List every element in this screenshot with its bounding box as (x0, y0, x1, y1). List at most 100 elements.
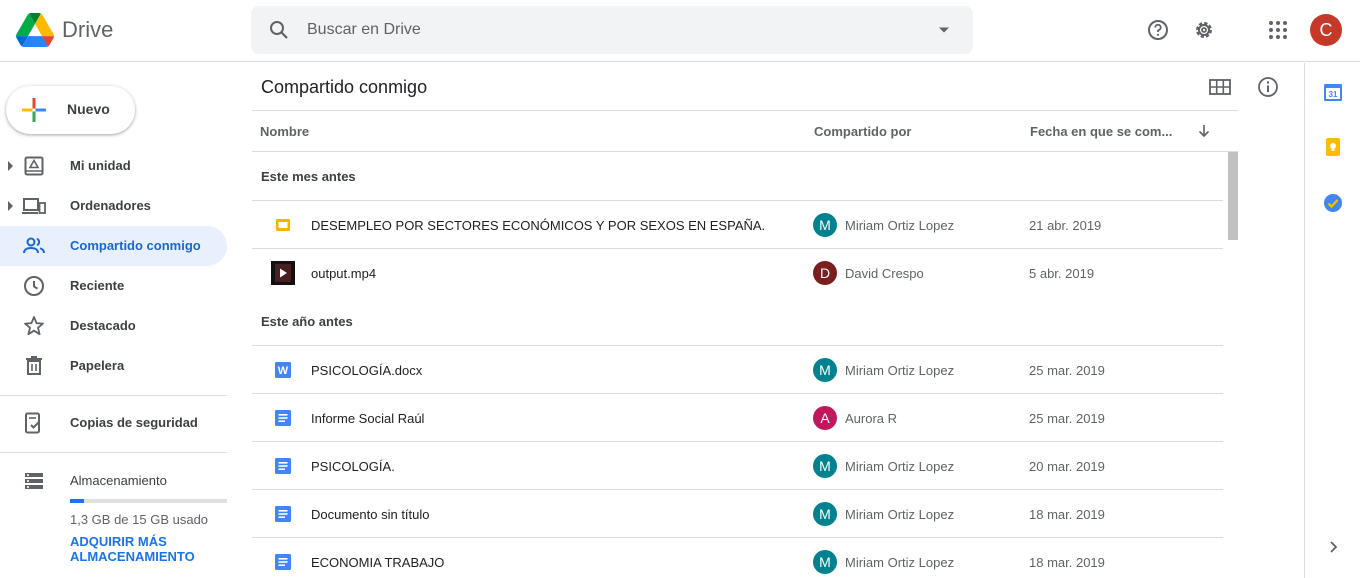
sidebar-item-shared-with-me[interactable]: Compartido conmigo (0, 226, 227, 266)
file-name: output.mp4 (311, 266, 377, 281)
doc-file-icon (271, 406, 295, 430)
buy-storage-link[interactable]: ADQUIRIR MÁS ALMACENAMIENTO (70, 534, 220, 564)
owner-name: Miriam Ortiz Lopez (845, 218, 955, 233)
sidebar-item-label: Destacado (70, 318, 136, 333)
chevron-right-icon[interactable] (1323, 537, 1343, 557)
tasks-icon[interactable] (1323, 193, 1343, 213)
shared-date: 25 mar. 2019 (1029, 363, 1105, 378)
search-input[interactable]: Buscar en Drive (307, 21, 915, 39)
file-name: Informe Social Raúl (311, 411, 425, 426)
owner-name: Miriam Ortiz Lopez (845, 555, 955, 570)
owner-name: Miriam Ortiz Lopez (845, 507, 955, 522)
trash-icon (26, 356, 42, 375)
shared-date: 18 mar. 2019 (1029, 555, 1105, 570)
video-file-icon (271, 261, 295, 285)
calendar-icon[interactable]: 31 (1323, 82, 1343, 102)
table-row[interactable]: PSICOLOGÍA. M Miriam Ortiz Lopez 20 mar.… (252, 441, 1223, 489)
file-name: ECONOMIA TRABAJO (311, 555, 445, 570)
sort-arrow-down-icon[interactable] (1196, 123, 1212, 139)
apps-grid-icon[interactable] (1258, 10, 1298, 50)
shared-date: 25 mar. 2019 (1029, 411, 1105, 426)
storage-progress-bar (70, 499, 227, 503)
sidebar: Nuevo Mi unidad Ordenadores Compartido c… (0, 63, 240, 578)
account-avatar[interactable]: C (1310, 14, 1342, 46)
clock-icon (24, 276, 44, 296)
sidebar-item-label: Ordenadores (70, 198, 151, 213)
table-row[interactable]: output.mp4 D David Crespo 5 abr. 2019 (252, 248, 1223, 296)
sidebar-item-label: Mi unidad (70, 158, 131, 173)
table-row[interactable]: Documento sin título M Miriam Ortiz Lope… (252, 489, 1223, 537)
search-bar[interactable]: Buscar en Drive (251, 6, 973, 54)
file-name: Documento sin título (311, 507, 430, 522)
info-icon[interactable] (1256, 75, 1280, 99)
owner-avatar: M (813, 550, 837, 574)
owner-name: Miriam Ortiz Lopez (845, 459, 955, 474)
shared-date: 21 abr. 2019 (1029, 218, 1102, 233)
group-label: Este año antes (261, 314, 353, 329)
help-icon[interactable] (1138, 10, 1178, 50)
scrollbar-thumb[interactable] (1228, 152, 1238, 240)
settings-gear-icon[interactable] (1184, 10, 1224, 50)
backup-icon (25, 412, 40, 434)
sidebar-item-label: Papelera (70, 358, 125, 373)
plus-icon (22, 98, 46, 122)
keep-icon[interactable] (1323, 137, 1343, 157)
search-icon[interactable] (251, 6, 307, 54)
page-title: Compartido conmigo (261, 77, 428, 97)
owner-avatar: M (813, 213, 837, 237)
shared-icon (23, 237, 45, 254)
app-name: Drive (62, 17, 114, 42)
doc-file-icon (271, 454, 295, 478)
expand-arrow-icon[interactable] (8, 160, 14, 172)
search-options-icon[interactable] (915, 6, 973, 54)
sidebar-item-my-drive[interactable]: Mi unidad (0, 146, 227, 186)
column-header-shared-by[interactable]: Compartido por (814, 124, 912, 139)
storage-label: Almacenamiento (70, 473, 167, 488)
file-name: PSICOLOGÍA.docx (311, 363, 423, 378)
word-file-icon: W (271, 358, 295, 382)
file-name: PSICOLOGÍA. (311, 459, 395, 474)
shared-date: 5 abr. 2019 (1029, 266, 1095, 281)
owner-avatar: A (813, 406, 837, 430)
sidebar-divider (0, 452, 227, 453)
group-label: Este mes antes (261, 169, 356, 184)
doc-file-icon (271, 502, 295, 526)
owner-avatar: D (813, 261, 837, 285)
sidebar-item-label: Compartido conmigo (70, 238, 201, 253)
owner-avatar: M (813, 358, 837, 382)
top-bar: Drive Buscar en Drive C (0, 0, 1360, 62)
expand-arrow-icon[interactable] (8, 200, 14, 212)
storage-used-text: 1,3 GB de 15 GB usado (70, 512, 209, 527)
storage-icon (25, 473, 43, 489)
sidebar-item-trash[interactable]: Papelera (0, 346, 227, 386)
owner-avatar: M (813, 454, 837, 478)
drive-logo-icon (16, 13, 54, 47)
table-row[interactable]: ECONOMIA TRABAJO M Miriam Ortiz Lopez 18… (252, 537, 1223, 578)
main-content: Compartido conmigo Nombre Compartido por… (252, 63, 1304, 578)
header-divider (252, 151, 1238, 152)
owner-name: Aurora R (845, 411, 898, 426)
calendar-day: 31 (1329, 90, 1338, 99)
side-panel: 31 (1304, 63, 1360, 578)
sidebar-item-label: Copias de seguridad (70, 415, 198, 430)
new-button[interactable]: Nuevo (6, 86, 135, 134)
sidebar-item-recent[interactable]: Reciente (0, 266, 227, 306)
column-header-name[interactable]: Nombre (260, 124, 309, 139)
shared-date: 20 mar. 2019 (1029, 459, 1105, 474)
sidebar-item-storage[interactable]: Almacenamiento (0, 461, 227, 501)
computers-icon (22, 198, 46, 214)
sidebar-divider (0, 395, 227, 396)
owner-name: Miriam Ortiz Lopez (845, 363, 955, 378)
column-header-date[interactable]: Fecha en que se com... (1030, 124, 1172, 139)
sidebar-item-label: Reciente (70, 278, 125, 293)
sidebar-item-computers[interactable]: Ordenadores (0, 186, 227, 226)
table-row[interactable]: W PSICOLOGÍA.docx M Miriam Ortiz Lopez 2… (252, 345, 1223, 393)
sidebar-item-starred[interactable]: Destacado (0, 306, 227, 346)
table-row[interactable]: DESEMPLEO POR SECTORES ECONÓMICOS Y POR … (252, 200, 1223, 248)
drive-logo[interactable]: Drive (16, 13, 113, 47)
storage-progress-fill (70, 499, 84, 503)
sidebar-item-backups[interactable]: Copias de seguridad (0, 403, 227, 443)
table-row[interactable]: Informe Social Raúl A Aurora R 25 mar. 2… (252, 393, 1223, 441)
svg-text:W: W (278, 365, 289, 377)
grid-view-icon[interactable] (1208, 75, 1232, 99)
